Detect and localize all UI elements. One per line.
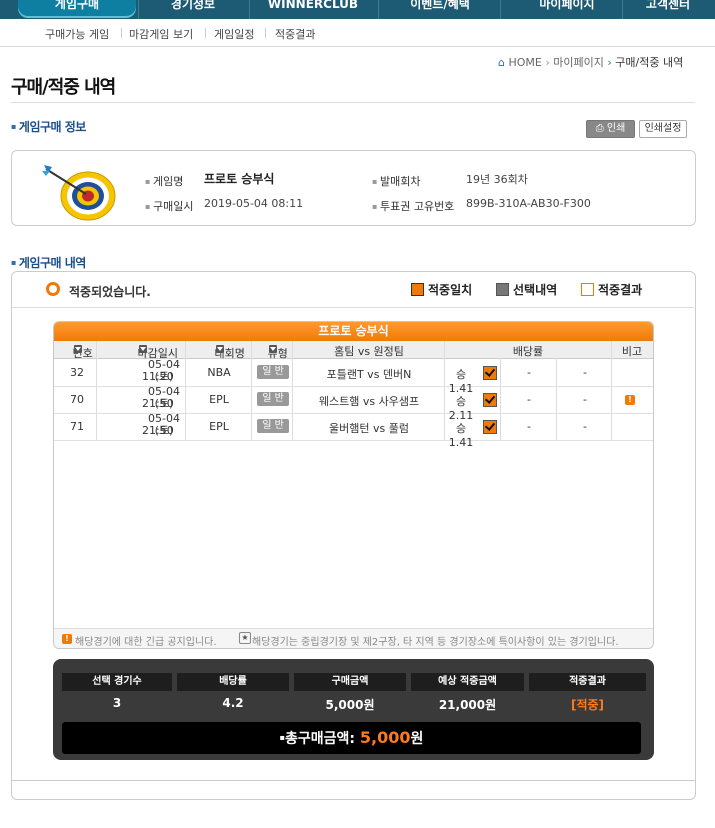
round-label: 발매회차 xyxy=(372,173,420,189)
legend-hit-match: 적중일치 xyxy=(411,279,472,298)
total-unit: 원 xyxy=(410,731,424,747)
nav-tab-winnerclub[interactable]: WINNERCLUB xyxy=(258,0,368,18)
sort-icon[interactable] xyxy=(268,345,277,353)
round-value: 19년 36회차 xyxy=(466,173,528,186)
summary-header-odds: 배당률 xyxy=(177,673,289,691)
ticket-id: 899B-310A-AB30-F300 xyxy=(466,197,591,210)
status-circle-icon xyxy=(46,282,60,296)
checkbox-outline-icon xyxy=(581,283,594,296)
col-league[interactable]: 대회명 xyxy=(187,343,251,360)
summary-amount: 5,000원 xyxy=(325,698,375,712)
col-type[interactable]: 유형 xyxy=(252,343,292,360)
col-deadline[interactable]: 마감일시 xyxy=(98,343,186,360)
section-title-purchase-info: 게임구매 정보 xyxy=(11,118,86,135)
breadcrumb-mypage[interactable]: 마이페이지 xyxy=(553,56,604,69)
table-row[interactable]: 71 05-04 (토) 21:50 EPL 일 반 울버햄턴 vs 풀럼 승1.… xyxy=(54,413,653,449)
type-badge: 일 반 xyxy=(257,392,289,406)
col-match: 홈팀 vs 원정팀 xyxy=(334,345,404,358)
print-button[interactable]: ⎙ 인쇄 xyxy=(586,120,635,138)
total-amount: 5,000 xyxy=(359,728,411,747)
table-row[interactable]: 32 05-04 (토) 11:20 NBA 일 반 포틀랜T vs 덴버N 승1… xyxy=(54,359,653,395)
sort-icon[interactable] xyxy=(138,345,147,353)
subnav-game-schedule[interactable]: 게임일정 xyxy=(214,26,254,42)
target-icon xyxy=(42,165,116,221)
sort-icon[interactable] xyxy=(215,345,224,353)
checkbox-gray-icon xyxy=(496,283,509,296)
col-odds: 배당률 xyxy=(512,345,544,358)
sub-nav: 구매가능 게임 마감게임 보기 게임일정 적중결과 xyxy=(0,19,715,47)
nav-tab-game-purchase[interactable]: 게임구매 xyxy=(18,0,136,18)
nav-tab-events[interactable]: 이벤트/혜택 xyxy=(385,0,495,18)
printer-icon: ⎙ xyxy=(595,123,604,134)
legend-hit-result: 적중결과 xyxy=(581,279,642,298)
summary-header-expected: 예상 적중금액 xyxy=(411,673,524,691)
breadcrumb-home[interactable]: HOME xyxy=(508,56,541,69)
purchase-summary: 선택 경기수 배당률 구매금액 예상 적중금액 적중결과 3 4.2 5,000… xyxy=(53,659,654,760)
subnav-hit-results[interactable]: 적중결과 xyxy=(275,26,315,42)
home-icon: ⌂ xyxy=(498,56,505,69)
total-purchase: ▪총구매금액: 5,000원 xyxy=(62,722,641,754)
hit-check-icon xyxy=(483,420,497,434)
nav-tab-game-info[interactable]: 경기정보 xyxy=(150,0,236,18)
type-badge: 일 반 xyxy=(257,419,289,433)
breadcrumb-current: 구매/적중 내역 xyxy=(615,56,684,69)
purchase-date-label: 구매일시 xyxy=(145,198,193,214)
total-label: 총구매금액: xyxy=(285,731,356,747)
top-nav: 게임구매 경기정보 WINNERCLUB 이벤트/혜택 마이페이지 고객센터 xyxy=(0,0,715,19)
table-notice: ! 해당경기에 대한 긴급 공지입니다. ★ 해당경기는 중립경기장 및 제2구… xyxy=(54,628,653,648)
ticket-id-label: 투표권 고유번호 xyxy=(372,198,454,214)
subnav-closed-games[interactable]: 마감게임 보기 xyxy=(129,26,193,42)
col-note: 비고 xyxy=(621,345,643,358)
summary-result: [적중] xyxy=(570,698,605,712)
notice-urgent-text: 해당경기에 대한 긴급 공지입니다. xyxy=(75,637,217,648)
subnav-available-games[interactable]: 구매가능 게임 xyxy=(45,26,109,42)
summary-header-count: 선택 경기수 xyxy=(62,673,172,691)
checkbox-orange-icon xyxy=(411,283,424,296)
status-text: 적중되었습니다. xyxy=(69,285,151,299)
purchase-date: 2019-05-04 08:11 xyxy=(204,197,304,210)
notice-venue-text: 해당경기는 중립경기장 및 제2구장, 타 지역 등 경기장소에 특이사항이 있… xyxy=(252,637,619,648)
nav-tab-mypage[interactable]: 마이페이지 xyxy=(512,0,622,18)
hit-check-icon xyxy=(483,366,497,380)
sort-icon[interactable] xyxy=(73,345,82,353)
game-name-label: 게임명 xyxy=(145,173,183,189)
section-title-purchase-history: 게임구매 내역 xyxy=(11,254,86,271)
summary-expected: 21,000원 xyxy=(438,698,497,712)
urgent-icon: ! xyxy=(62,634,72,644)
summary-header-result: 적중결과 xyxy=(529,673,646,691)
legend-selection: 선택내역 xyxy=(496,279,557,298)
page-title: 구매/적중 내역 xyxy=(11,77,116,98)
urgent-notice-icon[interactable]: ! xyxy=(625,395,635,405)
star-icon: ★ xyxy=(239,632,251,644)
summary-odds: 4.2 xyxy=(222,696,244,710)
hit-check-icon xyxy=(483,393,497,407)
table-header: 번호 마감일시 대회명 유형 홈팀 vs 원정팀 배당률 비고 xyxy=(54,341,653,360)
table-row[interactable]: 70 05-04 (토) 21:50 EPL 일 반 웨스트햄 vs 사우샘프 승… xyxy=(54,386,653,422)
col-number[interactable]: 번호 xyxy=(58,343,96,360)
purchase-info-box: 게임명 프로토 승부식 구매일시 2019-05-04 08:11 발매회차 1… xyxy=(11,150,696,226)
print-settings-button[interactable]: 인쇄설정 xyxy=(639,120,687,138)
summary-count: 3 xyxy=(112,696,122,710)
game-table: 프로토 승부식 번호 마감일시 대회명 유형 홈팀 vs 원정팀 배당률 비고 … xyxy=(53,321,654,649)
table-title: 프로토 승부식 xyxy=(54,322,653,341)
breadcrumb: ⌂ HOME › 마이페이지 › 구매/적중 내역 xyxy=(498,56,684,69)
summary-header-amount: 구매금액 xyxy=(294,673,406,691)
game-name: 프로토 승부식 xyxy=(204,172,275,186)
nav-tab-support[interactable]: 고객센터 xyxy=(628,0,708,18)
type-badge: 일 반 xyxy=(257,365,289,379)
print-label: 인쇄 xyxy=(606,123,626,134)
